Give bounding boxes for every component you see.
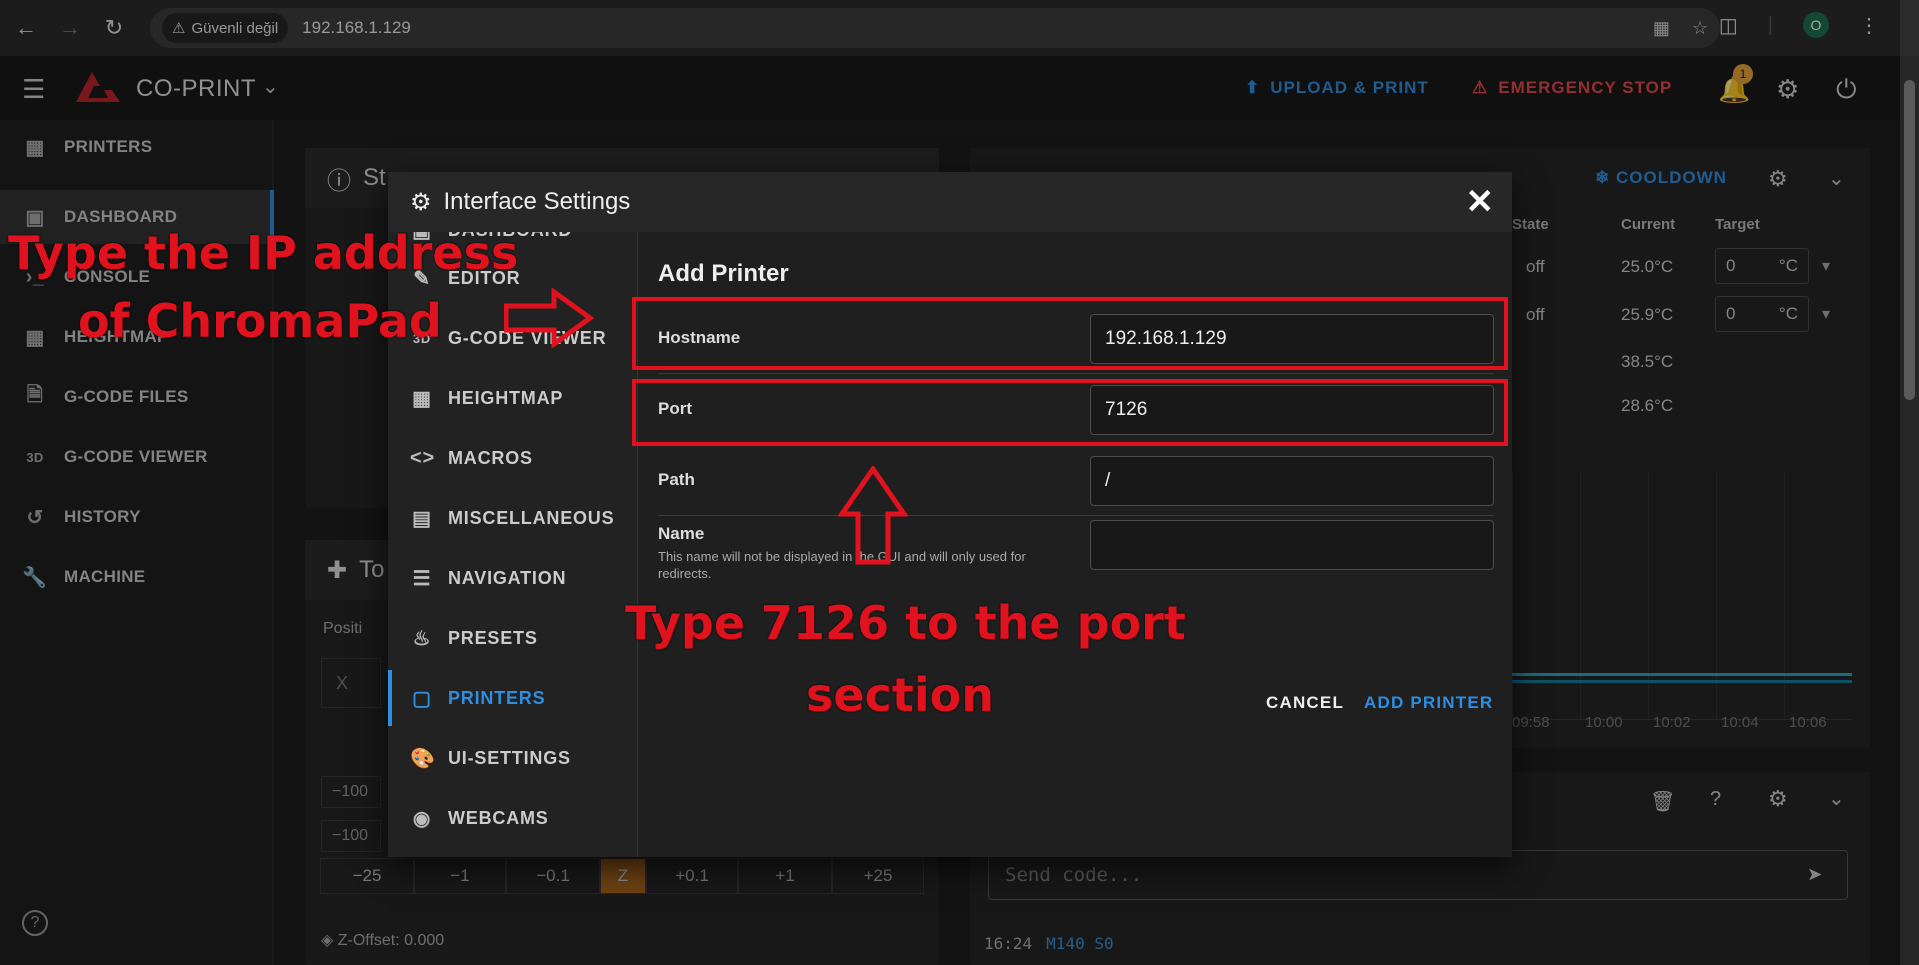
annotation-port-line2: section	[806, 668, 994, 722]
settings-nav-label: PRINTERS	[448, 687, 546, 708]
settings-nav-miscellaneous[interactable]: ▤ MISCELLANEOUS	[388, 490, 637, 546]
settings-nav-heightmap[interactable]: ▦ HEIGHTMAP	[388, 370, 637, 426]
menu-icon: ☰	[412, 567, 432, 590]
settings-nav-macros[interactable]: <> MACROS	[388, 430, 637, 486]
up-arrow-annotation-icon	[838, 466, 908, 565]
misc-icon: ▤	[412, 507, 432, 530]
settings-nav-label: MACROS	[448, 447, 533, 468]
settings-nav-label: WEBCAMS	[448, 807, 549, 828]
settings-nav-ui-settings[interactable]: 🎨 UI-SETTINGS	[388, 730, 637, 786]
settings-nav-navigation[interactable]: ☰ NAVIGATION	[388, 550, 637, 606]
settings-nav-label: UI-SETTINGS	[448, 747, 571, 768]
right-arrow-annotation-icon	[504, 288, 594, 348]
annotation-port-line1: Type 7126 to the port	[625, 596, 1186, 650]
annotation-ip-line2: of ChromaPad	[78, 294, 442, 348]
dialog-header: ⚙ Interface Settings ✕	[388, 172, 1512, 232]
cogs-icon: ⚙	[410, 188, 432, 216]
heightmap-icon: ▦	[412, 387, 432, 410]
name-row: Name This name will not be displayed in …	[658, 520, 1494, 604]
port-highlight-box	[632, 379, 1508, 446]
settings-nav-label: HEIGHTMAP	[448, 387, 564, 408]
path-input[interactable]: /	[1090, 456, 1494, 506]
dialog-title: Interface Settings	[443, 188, 631, 215]
close-icon[interactable]: ✕	[1466, 182, 1495, 222]
settings-nav-presets[interactable]: ♨ PRESETS	[388, 610, 637, 666]
code-icon: <>	[410, 446, 435, 469]
cancel-button[interactable]: CANCEL	[1266, 693, 1344, 713]
printer-icon: ▢	[412, 687, 432, 710]
add-printer-button[interactable]: ADD PRINTER	[1364, 693, 1493, 713]
hostname-highlight-box	[632, 297, 1508, 370]
palette-icon: 🎨	[410, 747, 436, 770]
name-input[interactable]	[1090, 520, 1494, 570]
webcam-icon: ◉	[412, 807, 432, 830]
fire-icon: ♨	[412, 627, 432, 650]
path-label: Path	[658, 470, 695, 489]
settings-nav-label: MISCELLANEOUS	[448, 507, 615, 528]
annotation-ip-line1: Type the IP address	[8, 226, 519, 280]
page-scrollbar[interactable]	[1900, 56, 1919, 965]
interface-settings-dialog: ⚙ Interface Settings ✕ ▣DASHBOARD ✎EDITO…	[388, 172, 1512, 857]
settings-nav-label: PRESETS	[448, 627, 538, 648]
path-row: Path /	[658, 446, 1494, 516]
name-label: Name	[658, 524, 705, 543]
settings-nav-label: NAVIGATION	[448, 567, 567, 588]
section-title: Add Printer	[658, 260, 789, 287]
settings-nav-webcams[interactable]: ◉ WEBCAMS	[388, 790, 637, 846]
settings-nav-printers[interactable]: ▢ PRINTERS	[388, 670, 637, 726]
